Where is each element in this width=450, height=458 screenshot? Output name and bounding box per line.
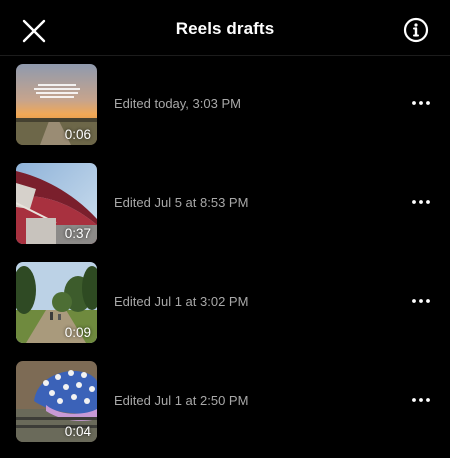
duration-label: 0:04 [64,424,91,439]
drafts-list: 0:06 Edited today, 3:03 PM 0:37 Edited J… [0,56,450,452]
edited-time: Edited Jul 5 at 8:53 PM [114,195,249,210]
draft-thumbnail[interactable]: 0:09 [16,262,97,343]
duration-label: 0:06 [64,127,91,142]
more-options-icon[interactable] [410,391,432,409]
more-options-icon[interactable] [410,193,432,211]
edited-time: Edited Jul 1 at 2:50 PM [114,393,249,408]
draft-row[interactable]: 0:09 Edited Jul 1 at 3:02 PM [0,254,450,353]
draft-row[interactable]: 0:04 Edited Jul 1 at 2:50 PM [0,353,450,452]
more-options-icon[interactable] [410,292,432,310]
page-title: Reels drafts [175,19,275,38]
edited-time: Edited today, 3:03 PM [114,96,241,111]
duration-label: 0:37 [64,226,91,241]
draft-row[interactable]: 0:06 Edited today, 3:03 PM [0,56,450,155]
draft-thumbnail[interactable]: 0:06 [16,64,97,145]
more-options-icon[interactable] [410,94,432,112]
duration-label: 0:09 [64,325,91,340]
draft-thumbnail[interactable]: 0:04 [16,361,97,442]
info-icon[interactable] [403,17,429,43]
header-bar: Reels drafts [0,0,450,56]
edited-time: Edited Jul 1 at 3:02 PM [114,294,249,309]
draft-thumbnail[interactable]: 0:37 [16,163,97,244]
draft-row[interactable]: 0:37 Edited Jul 5 at 8:53 PM [0,155,450,254]
